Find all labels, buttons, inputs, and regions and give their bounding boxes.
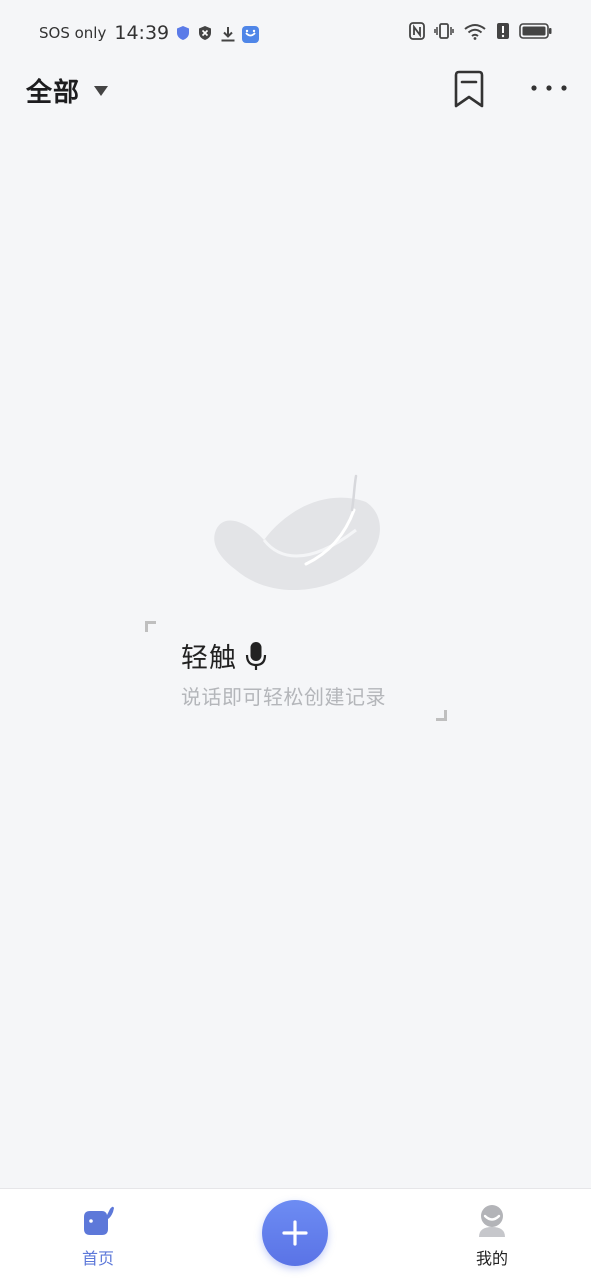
clock-text: 14:39 [114, 22, 170, 44]
corner-bracket-top-left [145, 621, 156, 632]
nav-item-home[interactable]: 首页 [38, 1189, 158, 1281]
nfc-icon [409, 22, 425, 44]
whale-icon [80, 1203, 116, 1239]
voice-create-prompt[interactable]: 轻触 [181, 636, 267, 675]
empty-state-subtitle: 说话即可轻松创建记录 [181, 685, 386, 709]
alert-icon [496, 22, 510, 44]
corner-bracket-bottom-right [436, 710, 447, 721]
plus-icon [282, 1220, 308, 1246]
nav-label-home: 首页 [81, 1249, 114, 1268]
status-bar-right [409, 22, 553, 44]
shield-icon [175, 25, 191, 41]
dropdown-caret-icon [94, 85, 109, 96]
feather-icon [206, 474, 386, 594]
nav-item-profile[interactable]: 我的 [432, 1189, 552, 1281]
nav-label-profile: 我的 [475, 1249, 508, 1268]
blocked-icon [197, 25, 213, 41]
microphone-icon [245, 641, 267, 671]
app-notification-icon [241, 25, 260, 43]
status-bar: SOS only 14:39 [0, 0, 591, 66]
empty-state: 轻触 说话即可轻松创建记录 [0, 460, 591, 740]
bookmark-icon [454, 70, 484, 108]
more-icon [531, 85, 567, 91]
add-record-button[interactable] [262, 1200, 328, 1266]
top-bar: 全部 [0, 66, 591, 116]
bookmark-button[interactable] [451, 70, 489, 110]
carrier-text: SOS only [39, 24, 107, 42]
vibrate-icon [434, 22, 454, 44]
wifi-icon [463, 22, 487, 44]
empty-state-title: 轻触 [181, 643, 237, 674]
profile-icon [474, 1203, 510, 1239]
filter-label: 全部 [26, 78, 81, 108]
battery-icon [519, 22, 553, 44]
more-options-button[interactable] [528, 80, 570, 96]
download-icon [219, 25, 235, 42]
status-bar-left: SOS only 14:39 [39, 22, 260, 44]
category-filter-dropdown[interactable]: 全部 [26, 72, 109, 109]
